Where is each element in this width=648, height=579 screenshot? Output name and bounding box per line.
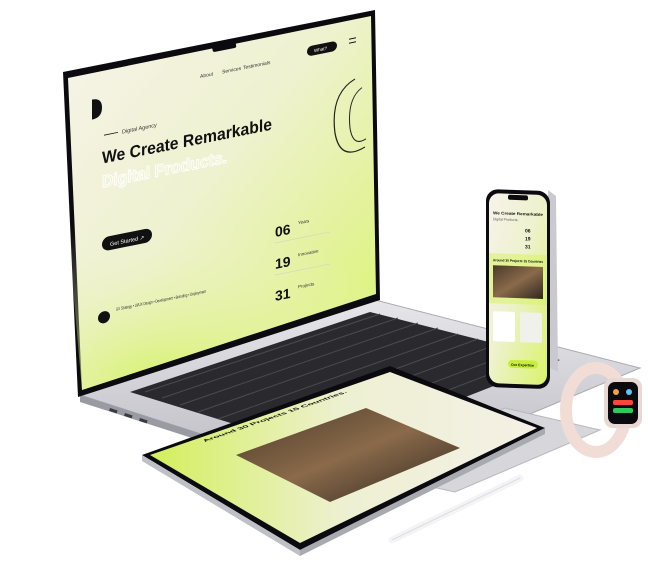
device-mockup-scene: About Services Testimonials What? Digita… [0, 0, 648, 579]
phone-card [520, 312, 542, 343]
watch-complication-icon [613, 389, 619, 395]
stat-value-years: 06 [275, 221, 291, 240]
phone-stat-0: 06 [525, 228, 531, 234]
stat-value-projects: 31 [275, 285, 291, 304]
phone: We Create Remarkable Digital Products. 0… [486, 189, 558, 389]
phone-photo [493, 265, 543, 299]
phone-cta-label: Our Expertise [511, 363, 534, 368]
watch-complication-icon [613, 408, 633, 413]
watch-complication-icon [613, 400, 633, 405]
phone-notch [508, 194, 528, 201]
watch-complication-icon [626, 389, 632, 395]
phone-stat-1: 19 [525, 236, 531, 242]
phone-stat-2: 31 [525, 244, 531, 250]
phone-card [493, 311, 515, 342]
stat-value-innovative: 19 [275, 253, 291, 272]
